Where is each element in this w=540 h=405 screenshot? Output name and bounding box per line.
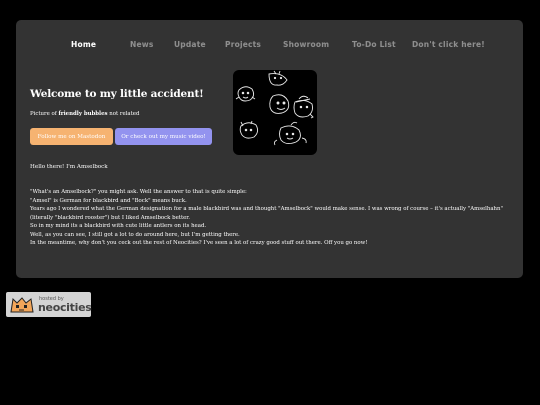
intro-paragraph: "What's an Amselbock?" you might ask. We… <box>30 188 520 248</box>
caption-prefix: Picture of <box>30 111 59 117</box>
nav-news[interactable]: News <box>130 40 154 49</box>
story-line: Well, as you can see, I still got a lot … <box>30 231 240 238</box>
mastodon-button[interactable]: Follow me on Mastodon <box>30 128 113 145</box>
caption-bold: friendly bubbles <box>58 111 108 117</box>
bubbles-drawing <box>235 70 314 146</box>
story-line: So in my mind its a blackbird with cute … <box>30 223 207 229</box>
nav-home[interactable]: Home <box>71 40 96 49</box>
greeting-text: Hello there! I'm Amselbock <box>30 164 108 170</box>
neocities-cat-icon <box>10 297 34 313</box>
badge-neocities: neocities <box>38 301 92 314</box>
story-line: In the meantime, why don't you ceck out … <box>30 240 368 246</box>
story-line: "Amsel" is German for blackbird and "Boc… <box>30 197 187 204</box>
nav-update[interactable]: Update <box>174 40 206 49</box>
page-title: Welcome to my little accident! <box>30 88 204 100</box>
nav-dont-click[interactable]: Don't click here! <box>412 40 485 49</box>
bubbles-illustration <box>233 70 317 155</box>
neocities-badge[interactable]: hosted by neocities <box>6 292 92 317</box>
music-video-button[interactable]: Or check out my music video! <box>115 128 212 145</box>
main-panel: Home News Update Projects Showroom To-Do… <box>16 20 523 278</box>
nav-showroom[interactable]: Showroom <box>283 40 329 49</box>
nav-projects[interactable]: Projects <box>225 40 261 49</box>
picture-caption: Picture of friendly bubbles not related <box>30 111 139 117</box>
caption-suffix: not related <box>107 111 140 117</box>
top-nav: Home News Update Projects Showroom To-Do… <box>16 40 523 54</box>
story-line: (literally "blackbird rooster") but I li… <box>30 214 190 221</box>
story-line: "What's an Amselbock?" you might ask. We… <box>30 189 247 195</box>
nav-todo-list[interactable]: To-Do List <box>352 40 396 49</box>
story-line: Years ago I wondered what the German des… <box>30 206 503 212</box>
